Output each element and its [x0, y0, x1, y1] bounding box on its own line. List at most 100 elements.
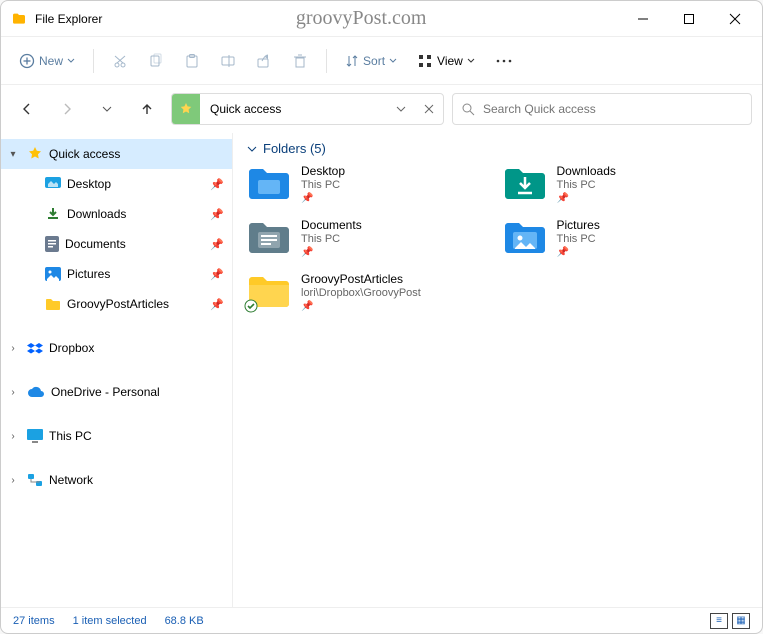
monitor-icon — [27, 429, 43, 443]
search-box[interactable] — [452, 93, 752, 125]
network-icon — [27, 473, 43, 487]
sidebar-item-desktop[interactable]: · Desktop 📌 — [1, 169, 232, 199]
folder-icon — [45, 297, 61, 311]
minimize-button[interactable] — [620, 3, 666, 35]
more-button[interactable] — [487, 47, 521, 75]
rename-button[interactable] — [212, 47, 244, 75]
body: ▾ Quick access · Desktop 📌 · Downloads 📌… — [1, 133, 762, 607]
desktop-folder-icon — [247, 164, 291, 202]
folder-grid: Desktop This PC 📌 Downloads This PC 📌 — [247, 164, 748, 312]
rename-icon — [220, 53, 236, 69]
sidebar-item-documents[interactable]: · Documents 📌 — [1, 229, 232, 259]
pin-icon: 📌 — [557, 247, 600, 258]
sidebar-item-label: Documents — [65, 237, 204, 251]
status-bar: 27 items 1 item selected 68.8 KB ≡ ▦ — [1, 607, 762, 633]
delete-button[interactable] — [284, 47, 316, 75]
sidebar-item-label: Desktop — [67, 177, 204, 191]
sort-button[interactable]: Sort — [337, 48, 405, 74]
address-bar: Quick access — [1, 85, 762, 133]
content-pane: Folders (5) Desktop This PC 📌 — [233, 133, 762, 607]
clear-button[interactable] — [415, 94, 443, 124]
folder-location: This PC — [301, 233, 362, 245]
sidebar-item-label: Pictures — [67, 267, 204, 281]
folder-groovy[interactable]: GroovyPostArticles lori\Dropbox\GroovyPo… — [247, 272, 493, 312]
sort-label: Sort — [363, 54, 385, 68]
view-icon — [417, 53, 433, 69]
sidebar-item-label: Dropbox — [49, 341, 224, 355]
new-button[interactable]: New — [11, 47, 83, 75]
documents-folder-icon — [247, 218, 291, 256]
path-label: Quick access — [200, 102, 291, 116]
folder-location: This PC — [557, 179, 616, 191]
chevron-right-icon: › — [5, 475, 21, 486]
chevron-down-icon — [247, 144, 257, 154]
sidebar-item-quick-access[interactable]: ▾ Quick access — [1, 139, 232, 169]
folder-location: lori\Dropbox\GroovyPost — [301, 287, 421, 299]
star-icon — [172, 94, 200, 124]
sidebar-item-groovy[interactable]: · GroovyPostArticles 📌 — [1, 289, 232, 319]
plus-circle-icon — [19, 53, 35, 69]
sidebar-item-label: Network — [49, 473, 224, 487]
copy-button[interactable] — [140, 47, 172, 75]
trash-icon — [292, 53, 308, 69]
close-button[interactable] — [712, 3, 758, 35]
pin-icon: 📌 — [210, 238, 224, 251]
cut-button[interactable] — [104, 47, 136, 75]
folder-documents[interactable]: Documents This PC 📌 — [247, 218, 493, 258]
picture-icon — [45, 267, 61, 281]
selection-size: 68.8 KB — [165, 615, 204, 627]
share-button[interactable] — [248, 47, 280, 75]
watermark-text: groovyPost.com — [102, 7, 620, 30]
view-button[interactable]: View — [409, 47, 483, 75]
folder-name: Desktop — [301, 164, 345, 178]
paste-button[interactable] — [176, 47, 208, 75]
pin-icon: 📌 — [301, 301, 421, 312]
sidebar-item-network[interactable]: › Network — [1, 465, 232, 495]
sync-ok-icon — [244, 299, 258, 313]
icons-view-button[interactable]: ▦ — [732, 613, 750, 629]
folder-name: Pictures — [557, 218, 600, 232]
maximize-button[interactable] — [666, 3, 712, 35]
view-label: View — [437, 54, 463, 68]
sidebar-item-label: This PC — [49, 429, 224, 443]
chevron-right-icon: › — [5, 431, 21, 442]
document-icon — [45, 236, 59, 252]
clipboard-icon — [184, 53, 200, 69]
group-header[interactable]: Folders (5) — [247, 141, 748, 156]
folder-downloads[interactable]: Downloads This PC 📌 — [503, 164, 749, 204]
star-icon — [27, 146, 43, 162]
folder-desktop[interactable]: Desktop This PC 📌 — [247, 164, 493, 204]
folder-name: GroovyPostArticles — [301, 272, 421, 286]
view-switch: ≡ ▦ — [710, 613, 750, 629]
divider — [93, 49, 94, 73]
sidebar-item-downloads[interactable]: · Downloads 📌 — [1, 199, 232, 229]
selection-count: 1 item selected — [73, 615, 147, 627]
chevron-down-icon[interactable] — [387, 94, 415, 124]
sidebar-item-dropbox[interactable]: › Dropbox — [1, 333, 232, 363]
folder-pictures[interactable]: Pictures This PC 📌 — [503, 218, 749, 258]
dropbox-icon — [27, 341, 43, 355]
pictures-folder-icon — [503, 218, 547, 256]
sidebar-item-pictures[interactable]: · Pictures 📌 — [1, 259, 232, 289]
up-button[interactable] — [131, 93, 163, 125]
back-button[interactable] — [11, 93, 43, 125]
pin-icon: 📌 — [557, 193, 616, 204]
folder-icon — [247, 272, 291, 310]
group-label: Folders (5) — [263, 141, 326, 156]
scissors-icon — [112, 53, 128, 69]
share-icon — [256, 53, 272, 69]
forward-button[interactable] — [51, 93, 83, 125]
download-icon — [45, 206, 61, 222]
sidebar-item-onedrive[interactable]: › OneDrive - Personal — [1, 377, 232, 407]
recent-dropdown[interactable] — [91, 93, 123, 125]
address-input[interactable]: Quick access — [171, 93, 444, 125]
sidebar-item-label: OneDrive - Personal — [51, 385, 224, 399]
details-view-button[interactable]: ≡ — [710, 613, 728, 629]
sidebar-item-thispc[interactable]: › This PC — [1, 421, 232, 451]
chevron-down-icon — [389, 57, 397, 65]
search-input[interactable] — [483, 102, 743, 116]
folder-icon — [11, 11, 27, 27]
cloud-icon — [27, 386, 45, 398]
chevron-down-icon — [467, 57, 475, 65]
desktop-icon — [45, 177, 61, 191]
